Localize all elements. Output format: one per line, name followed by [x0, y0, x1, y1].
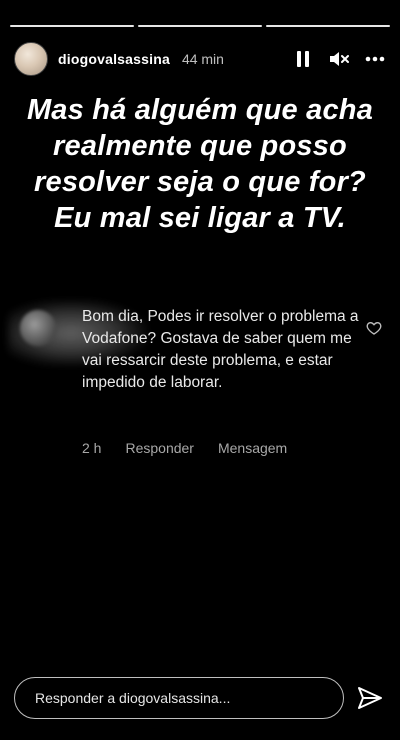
story-header: diogovalsassina 44 min: [14, 42, 386, 76]
story-progress-bar: [10, 25, 390, 27]
progress-segment: [266, 25, 390, 27]
send-icon[interactable]: [354, 682, 386, 714]
comment-message-label: Mensagem: [217, 440, 288, 456]
comment-text: Bom dia, Podes ir resolver o problema a …: [82, 308, 359, 391]
comment-reply-label: Responder: [125, 440, 194, 456]
reply-input[interactable]: [14, 677, 344, 719]
comment-avatar: [20, 310, 56, 346]
more-icon[interactable]: [364, 48, 386, 70]
heart-icon: [366, 320, 382, 336]
comment-meta: 2 h Responder Mensagem: [82, 440, 287, 456]
story-headline: Mas há alguém que acha realmente que pos…: [26, 94, 374, 234]
progress-segment: [138, 25, 262, 27]
mute-icon[interactable]: [328, 48, 350, 70]
reply-bar: [14, 676, 386, 720]
header-controls: [292, 48, 386, 70]
time-ago: 44 min: [181, 51, 224, 67]
username[interactable]: diogovalsassina: [58, 51, 170, 67]
comment-time: 2 h: [82, 440, 102, 456]
progress-segment: [10, 25, 134, 27]
avatar[interactable]: [14, 42, 48, 76]
comment-screenshot: Bom dia, Podes ir resolver o problema a …: [8, 300, 386, 470]
pause-icon[interactable]: [292, 48, 314, 70]
